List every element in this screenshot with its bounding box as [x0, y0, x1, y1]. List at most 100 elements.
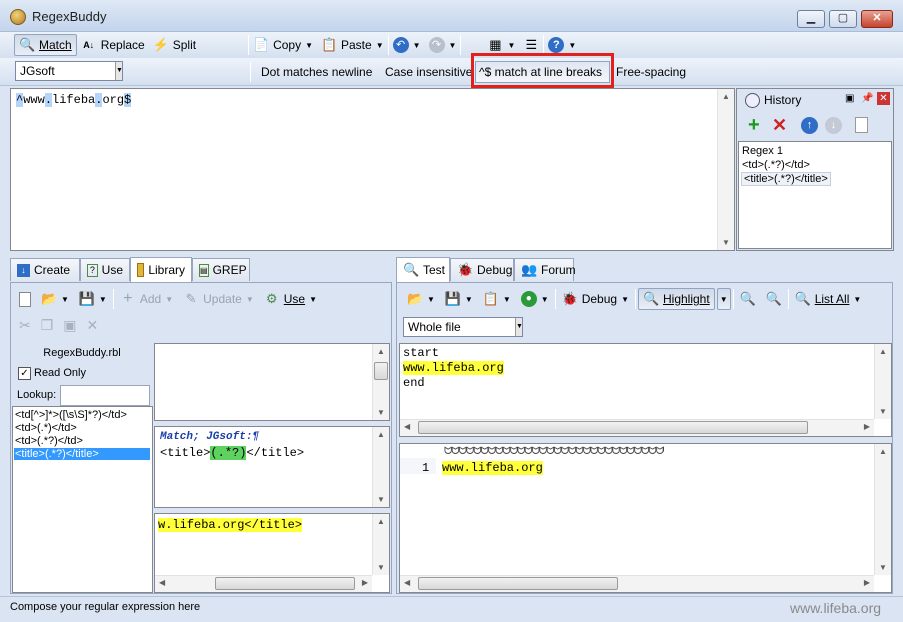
maximize-button[interactable]: ▢: [829, 10, 857, 28]
list-item-selected[interactable]: <title>(.*?)</title>: [741, 172, 831, 186]
tab-grep[interactable]: ▤ GREP: [192, 258, 250, 281]
split-button[interactable]: ⚡ Split: [149, 34, 200, 56]
history-panel: History ▣ 📌 ✕ + ✕ ↑ ↓ Regex 1 <td>(.*?)<…: [736, 88, 894, 251]
subject-vscrollbar[interactable]: ▲ ▼: [874, 344, 891, 419]
clipboard-icon: 📋: [482, 291, 500, 306]
read-only-checkbox[interactable]: ✓: [18, 367, 31, 380]
minimize-button[interactable]: ▁: [797, 10, 825, 28]
grep-icon: ▤: [199, 263, 209, 277]
paste-icon[interactable]: ▣: [63, 317, 76, 334]
save-library-button[interactable]: 💾 ▼: [75, 288, 111, 310]
list-item-selected[interactable]: <title>(.*?)</title>: [14, 448, 150, 460]
move-up-icon[interactable]: ↑: [801, 117, 818, 134]
close-button[interactable]: ✕: [861, 10, 893, 28]
open-file-button[interactable]: 📂 ▼: [403, 288, 439, 310]
subject-hscrollbar[interactable]: ◀ ▶: [400, 419, 874, 436]
library-list[interactable]: <td[^>]*>([\s\S]*?)</td> <td>(.*)</td> <…: [12, 406, 153, 593]
save-button[interactable]: 💾 ▼: [441, 288, 477, 310]
bug-icon: 🐞: [457, 262, 474, 277]
preview-scrollbar[interactable]: ▲ ▼: [372, 427, 389, 507]
tab-debug[interactable]: 🐞 Debug: [450, 258, 514, 281]
tab-use[interactable]: ? Use: [80, 258, 130, 281]
new-page-icon[interactable]: [855, 117, 868, 133]
open-file-icon: 📂: [407, 291, 424, 306]
redo-button[interactable]: ↷ ▼: [425, 34, 461, 56]
result-line: www.lifeba.org: [442, 461, 543, 475]
test-subject[interactable]: start www.lifeba.org end ▲ ▼ ◀ ▶: [399, 343, 892, 437]
history-list[interactable]: Regex 1 <td>(.*?)</td> <title>(.*?)</tit…: [738, 141, 892, 249]
list-item[interactable]: <td[^>]*>([\s\S]*?)</td>: [15, 409, 127, 421]
dot-matches-newline-toggle[interactable]: Dot matches newline: [261, 65, 372, 79]
web-button[interactable]: ● ▼: [517, 288, 553, 310]
regex-scrollbar[interactable]: ▲ ▼: [717, 89, 734, 250]
status-text: Compose your regular expression here: [10, 601, 201, 613]
use-icon: ⚙: [265, 291, 278, 306]
list-item[interactable]: <td>(.*?)</td>: [742, 159, 810, 171]
free-spacing-toggle[interactable]: Free-spacing: [616, 65, 686, 79]
description-scrollbar[interactable]: ▲ ▼: [372, 344, 389, 420]
clipboard-button[interactable]: 📋 ▼: [479, 288, 515, 310]
lookup-label: Lookup:: [17, 389, 57, 401]
undo-button[interactable]: ↶ ▼: [389, 34, 425, 56]
redo-icon: ↷: [428, 37, 445, 53]
separator: [787, 289, 789, 309]
read-only-label: Read Only: [34, 367, 86, 379]
zoom-out-button[interactable]: 🔍: [736, 288, 760, 310]
zoom-out-icon: 🔍: [739, 291, 756, 306]
flavor-select[interactable]: JGsoft ▼: [15, 61, 123, 81]
library-sample[interactable]: w.lifeba.org</title> ▲ ▼ ◀ ▶: [154, 513, 390, 593]
pin-icon[interactable]: 📌: [861, 93, 873, 104]
debug-button[interactable]: 🐞 Debug ▼: [558, 288, 633, 310]
delete-icon[interactable]: ✕: [772, 115, 787, 135]
delete-icon[interactable]: ✕: [87, 317, 99, 334]
left-tabbar: ↓ Create ? Use Library ▤ GREP: [10, 257, 392, 284]
list-all-button[interactable]: 🔍 List All ▼: [791, 288, 866, 310]
paste-button[interactable]: 📋 Paste ▼: [317, 34, 388, 56]
restore-panel-icon[interactable]: ▣: [845, 93, 854, 104]
lookup-input[interactable]: [60, 385, 150, 406]
cut-icon[interactable]: ✂: [19, 317, 31, 334]
tab-forum[interactable]: 👥 Forum: [514, 258, 576, 281]
results-vscrollbar[interactable]: ▲ ▼: [874, 444, 891, 575]
list-item[interactable]: <td>(.*)</td>: [15, 422, 77, 434]
regex-editor[interactable]: ^www.lifeba.org$ ▲ ▼: [10, 88, 735, 251]
sample-hscrollbar[interactable]: ◀ ▶: [155, 575, 372, 592]
separator: [250, 62, 251, 82]
use-button[interactable]: ⚙ Use ▼: [260, 288, 321, 310]
list-item[interactable]: <td>(.*?)</td>: [15, 435, 83, 447]
add-button[interactable]: + Add ▼: [116, 288, 177, 310]
test-subject-text[interactable]: start www.lifeba.org end: [403, 346, 504, 391]
replace-icon: A↓: [83, 40, 95, 50]
line-breaks-toggle[interactable]: ^$ match at line breaks: [475, 61, 610, 83]
copy-icon[interactable]: ❐: [41, 317, 54, 334]
split-icon: ⚡: [152, 37, 169, 52]
copy-button[interactable]: 📄 Copy ▼: [249, 34, 317, 56]
library-regex-preview[interactable]: Match; JGsoft:¶ <title>(.*?)</title> ▲ ▼: [154, 426, 390, 508]
people-icon: 👥: [521, 262, 538, 277]
scope-select[interactable]: Whole file ▼: [403, 317, 523, 337]
regex-text[interactable]: ^www.lifeba.org$: [16, 93, 132, 107]
replace-button[interactable]: A↓ Replace: [77, 34, 149, 56]
test-results[interactable]: ᗢᗢᗢᗢᗢᗢᗢᗢᗢᗢᗢᗢᗢᗢᗢᗢᗢᗢᗢᗢᗢᗢᗢᗢᗢᗢᗢᗢᗢᗢᗢᗢᗢᗢᗢᗢᗢᗢᗢᗢ…: [399, 443, 892, 593]
zoom-in-button[interactable]: 🔍: [762, 288, 786, 310]
tab-test[interactable]: 🔍 Test: [396, 257, 450, 282]
tab-library[interactable]: Library: [130, 257, 192, 282]
case-insensitive-toggle[interactable]: Case insensitive: [385, 65, 472, 79]
update-icon: ✎: [185, 291, 197, 306]
sample-vscrollbar[interactable]: ▲ ▼: [372, 514, 389, 575]
add-icon[interactable]: +: [748, 115, 760, 135]
new-library-button[interactable]: [15, 288, 35, 310]
results-hscrollbar[interactable]: ◀ ▶: [400, 575, 874, 592]
update-button[interactable]: ✎ Update ▼: [179, 288, 258, 310]
match-button[interactable]: 🔍 Match: [14, 34, 77, 56]
tab-create[interactable]: ↓ Create: [10, 258, 80, 281]
highlight-button[interactable]: 🔍 Highlight: [637, 288, 715, 310]
result-line-number: 1: [422, 461, 430, 475]
move-down-icon[interactable]: ↓: [825, 117, 842, 134]
options-toolbar: JGsoft ▼ Dot matches newline Case insensi…: [0, 53, 903, 88]
highlight-dropdown[interactable]: ▼: [716, 288, 731, 310]
open-library-button[interactable]: 📂 ▼: [37, 288, 73, 310]
close-panel-icon[interactable]: ✕: [877, 92, 890, 105]
library-description[interactable]: ▲ ▼: [154, 343, 390, 421]
chevron-down-icon: ▼: [515, 318, 523, 336]
